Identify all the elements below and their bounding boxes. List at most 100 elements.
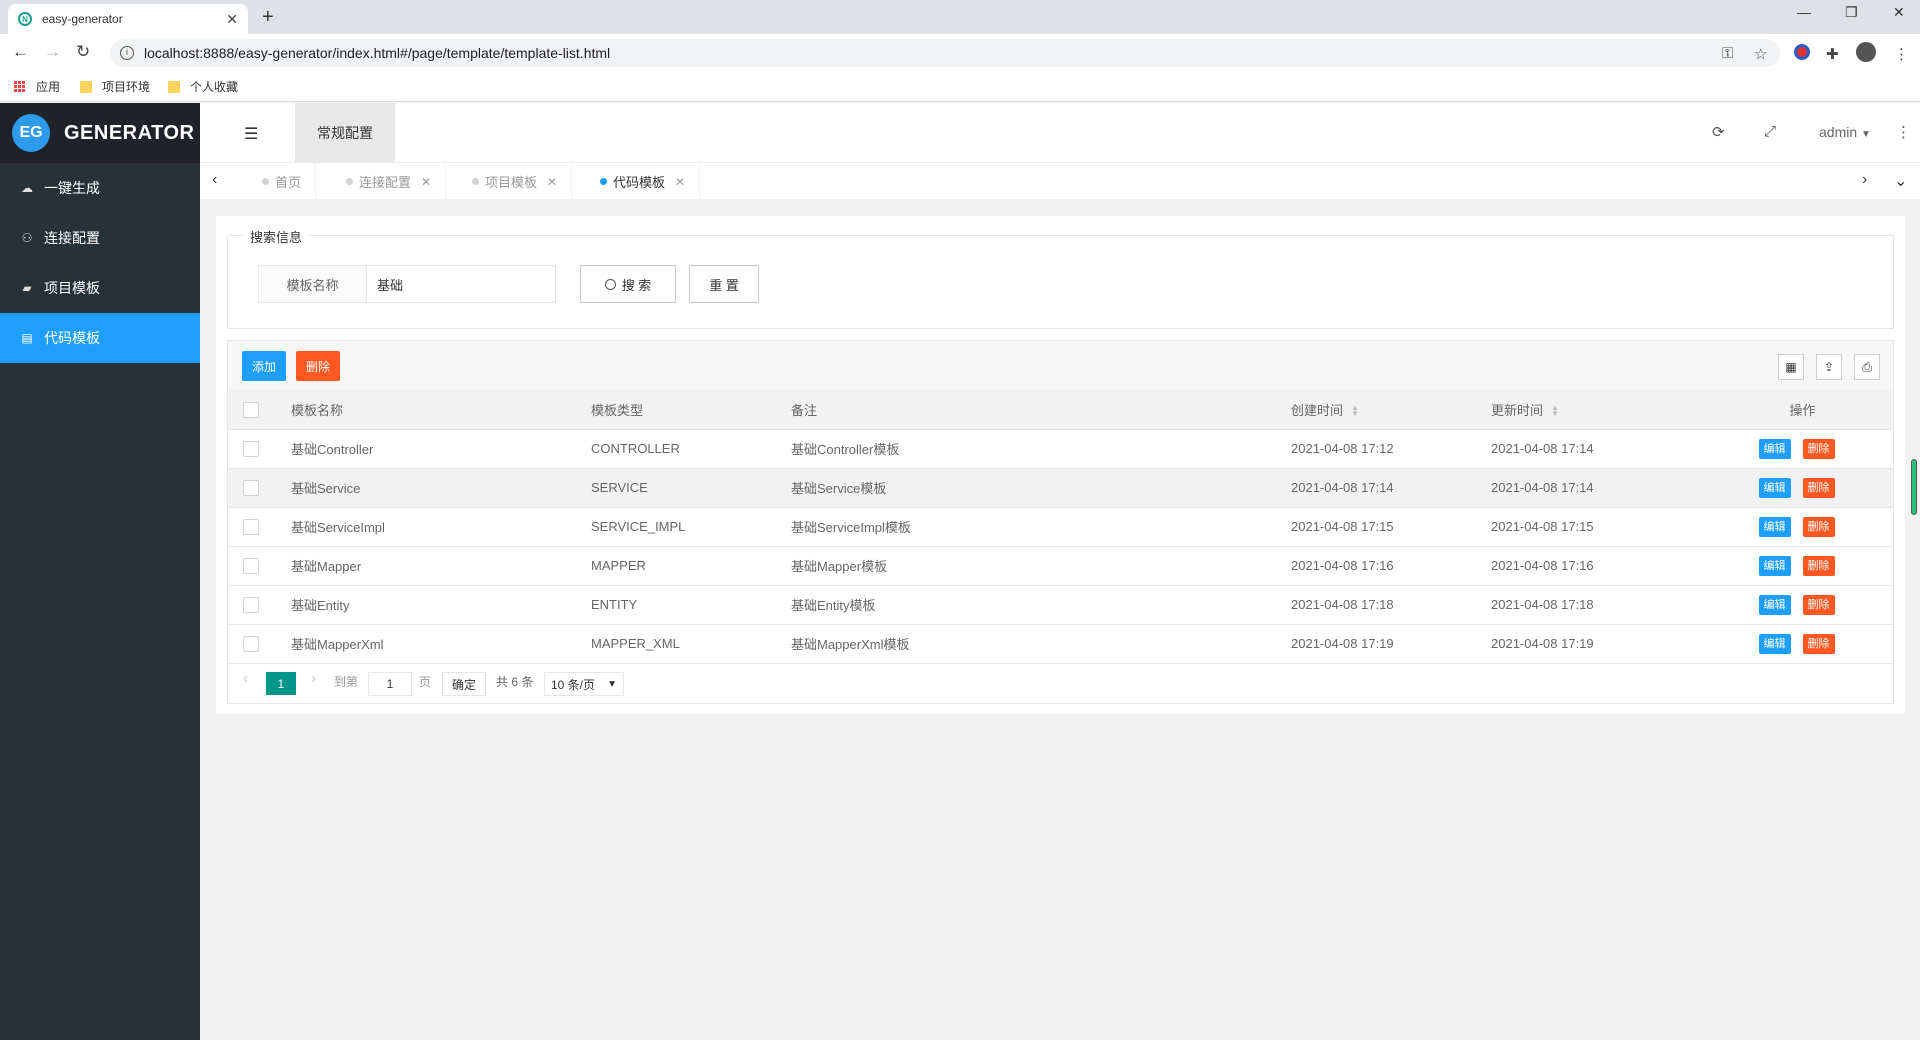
- sidebar-item-project-template[interactable]: ▰ 项目模板: [0, 263, 200, 313]
- delete-button[interactable]: 删除: [1802, 555, 1835, 576]
- edit-button[interactable]: 编辑: [1758, 477, 1791, 498]
- tab-project-template[interactable]: 项目模板 ✕: [458, 163, 573, 200]
- cell-updated: 2021-04-08 17:14: [1491, 429, 1711, 469]
- bookmark-apps[interactable]: 应用: [14, 78, 60, 95]
- address-bar[interactable]: i localhost:8888/easy-generator/index.ht…: [110, 39, 1780, 67]
- sidebar-item-generate[interactable]: ☁ 一键生成: [0, 163, 200, 213]
- cell-updated: 2021-04-08 17:15: [1491, 507, 1711, 547]
- tabs-prev-icon[interactable]: ‹: [212, 171, 217, 189]
- close-window-icon[interactable]: ✕: [1893, 4, 1905, 21]
- sidebar-item-label: 连接配置: [44, 230, 100, 246]
- tab-code-template[interactable]: 代码模板 ✕: [586, 163, 701, 200]
- col-updated[interactable]: 更新时间 ▲ ▼: [1491, 390, 1711, 430]
- row-checkbox[interactable]: [243, 440, 259, 457]
- row-checkbox-cell: [227, 624, 291, 664]
- row-checkbox[interactable]: [243, 518, 259, 535]
- edit-button[interactable]: 编辑: [1758, 555, 1791, 576]
- edit-button[interactable]: 编辑: [1758, 516, 1791, 537]
- extension-icon[interactable]: [1794, 44, 1810, 60]
- tab-home[interactable]: 首页: [248, 163, 317, 200]
- browser-tabbar: N easy-generator ✕ + — ❐ ✕: [0, 0, 1920, 34]
- user-menu[interactable]: admin ▼: [1819, 124, 1871, 140]
- print-icon[interactable]: ⎙: [1854, 354, 1880, 380]
- new-tab-icon[interactable]: +: [262, 6, 274, 29]
- logo[interactable]: EG GENERATOR: [0, 103, 200, 163]
- delete-button[interactable]: 删除: [1802, 633, 1835, 654]
- fullscreen-icon[interactable]: ⤢: [1764, 123, 1776, 140]
- col-created-label: 创建时间: [1291, 402, 1344, 418]
- folder-icon: ▰: [22, 281, 32, 295]
- edit-button[interactable]: 编辑: [1758, 438, 1791, 459]
- batch-delete-button[interactable]: 删除: [296, 351, 340, 381]
- close-icon[interactable]: ✕: [547, 175, 557, 189]
- template-name-input[interactable]: [366, 265, 556, 303]
- sitemap-icon: ⚇: [21, 231, 33, 245]
- col-created[interactable]: 创建时间 ▲ ▼: [1291, 390, 1491, 430]
- profile-icon[interactable]: [1856, 42, 1876, 62]
- header-tab-general[interactable]: 常规配置: [295, 103, 395, 163]
- columns-filter-icon[interactable]: ▦: [1778, 354, 1804, 380]
- goto-confirm-button[interactable]: 确定: [442, 672, 486, 696]
- delete-button[interactable]: 删除: [1802, 594, 1835, 615]
- folder-icon: [80, 80, 92, 93]
- tabs-dropdown-icon[interactable]: ⌄: [1894, 171, 1907, 191]
- goto-page-input[interactable]: [368, 672, 412, 696]
- row-checkbox[interactable]: [243, 557, 259, 574]
- cell-type: CONTROLLER: [591, 429, 791, 469]
- add-button[interactable]: 添加: [242, 351, 286, 381]
- sidebar-item-code-template[interactable]: ▤ 代码模板: [0, 313, 200, 363]
- tab-connection[interactable]: 连接配置 ✕: [332, 163, 447, 200]
- cell-updated: 2021-04-08 17:14: [1491, 468, 1711, 508]
- info-icon[interactable]: i: [120, 46, 134, 60]
- sidebar-item-label: 项目模板: [44, 280, 100, 296]
- restore-icon[interactable]: ❐: [1845, 4, 1858, 21]
- cell-name: 基础ServiceImpl: [291, 507, 591, 547]
- sort-icon[interactable]: ▲ ▼: [1551, 404, 1559, 418]
- browser-menu-icon[interactable]: ⋮: [1894, 45, 1909, 63]
- edit-button[interactable]: 编辑: [1758, 633, 1791, 654]
- reset-button[interactable]: 重 置: [689, 265, 759, 303]
- more-icon[interactable]: ⋮: [1896, 123, 1911, 141]
- row-checkbox-cell: [227, 585, 291, 625]
- next-page-icon[interactable]: ›: [311, 670, 316, 688]
- bookmark-label: 应用: [36, 80, 61, 94]
- delete-button[interactable]: 删除: [1802, 477, 1835, 498]
- delete-button[interactable]: 删除: [1802, 516, 1835, 537]
- close-icon[interactable]: ✕: [675, 175, 685, 189]
- delete-button[interactable]: 删除: [1802, 438, 1835, 459]
- scrollbar-thumb[interactable]: [1911, 459, 1917, 515]
- key-icon[interactable]: ⚿: [1722, 45, 1733, 62]
- sort-icon[interactable]: ▲ ▼: [1351, 404, 1359, 418]
- row-checkbox[interactable]: [243, 596, 259, 613]
- minimize-icon[interactable]: —: [1797, 4, 1811, 20]
- menu-toggle-icon[interactable]: ☰: [244, 124, 258, 144]
- bookmark-project-env[interactable]: 项目环境: [80, 78, 150, 95]
- browser-tab[interactable]: N easy-generator ✕: [8, 4, 248, 34]
- select-all-checkbox[interactable]: [243, 401, 259, 418]
- close-icon[interactable]: ✕: [421, 175, 431, 189]
- cell-actions: 编辑 删除: [1711, 468, 1894, 508]
- total-count: 共 6 条: [496, 675, 534, 689]
- search-button[interactable]: 搜 索: [580, 265, 676, 303]
- row-checkbox[interactable]: [243, 479, 259, 496]
- cell-actions: 编辑 删除: [1711, 507, 1894, 547]
- back-icon[interactable]: ←: [12, 42, 29, 62]
- bookmark-personal[interactable]: 个人收藏: [168, 78, 238, 95]
- page-size-select[interactable]: 10 条/页 ▼: [544, 672, 624, 696]
- close-tab-icon[interactable]: ✕: [226, 11, 238, 28]
- bookmark-star-icon[interactable]: ☆: [1754, 45, 1767, 63]
- page-current[interactable]: 1: [266, 672, 296, 695]
- forward-icon[interactable]: →: [44, 42, 61, 62]
- prev-page-icon[interactable]: ‹: [243, 670, 248, 688]
- row-checkbox[interactable]: [243, 635, 259, 652]
- reload-icon[interactable]: ↻: [76, 42, 90, 62]
- tab-label: 代码模板: [613, 175, 666, 190]
- edit-button[interactable]: 编辑: [1758, 594, 1791, 615]
- export-icon[interactable]: ⇪: [1816, 354, 1842, 380]
- cell-actions: 编辑 删除: [1711, 546, 1894, 586]
- refresh-icon[interactable]: ⟳: [1712, 123, 1725, 141]
- search-icon: [604, 278, 616, 290]
- sidebar-item-connection[interactable]: ⚇ 连接配置: [0, 213, 200, 263]
- puzzle-icon[interactable]: ✚: [1826, 45, 1839, 63]
- tabs-next-icon[interactable]: ›: [1862, 171, 1867, 189]
